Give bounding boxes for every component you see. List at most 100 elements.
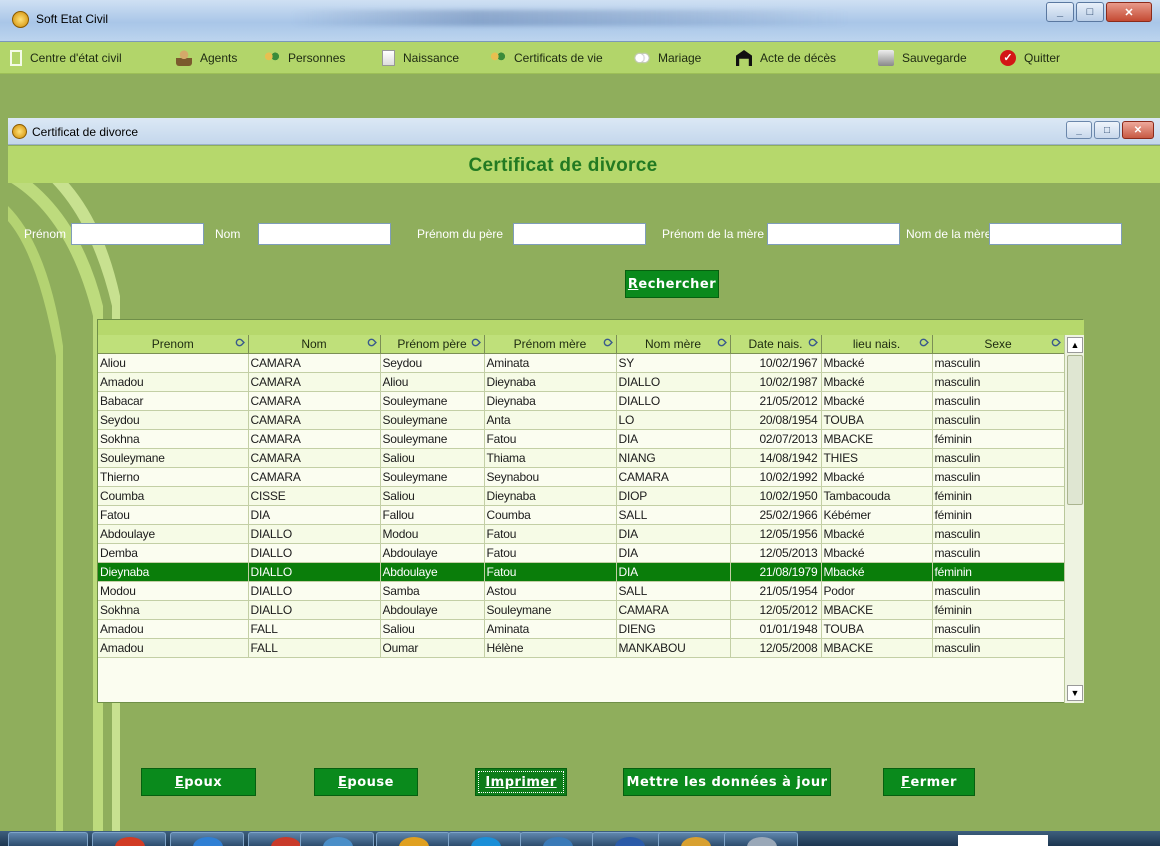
table-cell[interactable]: Abdoulaye	[380, 543, 485, 563]
table-row[interactable]: Abdoulaye DIALLO Modou Fatou DIA 12/05/1956 Mb…	[98, 524, 1065, 544]
column-header[interactable]: Prenom	[98, 335, 249, 354]
table-cell[interactable]: Thiama	[484, 448, 617, 468]
table-row[interactable]: Coumba CISSE Saliou Dieynaba DIOP 10/02/1950 T…	[98, 486, 1065, 506]
table-cell[interactable]: féminin	[932, 429, 1065, 449]
table-row[interactable]: Sokhna CAMARA Souleymane Fatou DIA 02/07/2013…	[98, 429, 1065, 449]
table-cell[interactable]: 14/08/1942	[730, 448, 822, 468]
menu-certificats-de-vie[interactable]: Certificats de vie	[490, 50, 603, 66]
table-cell[interactable]: CAMARA	[248, 353, 381, 373]
taskbar-item[interactable]	[448, 832, 522, 846]
prenom-pere-input[interactable]	[513, 223, 646, 245]
taskbar-item[interactable]	[658, 832, 732, 846]
table-cell[interactable]: Saliou	[380, 486, 485, 506]
table-cell[interactable]: DIA	[616, 543, 731, 563]
column-header[interactable]: Date nais.	[730, 335, 822, 354]
taskbar-item[interactable]	[724, 832, 798, 846]
table-cell[interactable]: Fatou	[484, 524, 617, 544]
table-cell[interactable]: Dieynaba	[484, 391, 617, 411]
table-cell[interactable]: DIALLO	[248, 543, 381, 563]
table-cell[interactable]: masculin	[932, 467, 1065, 487]
table-cell[interactable]: féminin	[932, 505, 1065, 525]
child-maximize-button[interactable]: □	[1094, 121, 1120, 139]
taskbar-search-box[interactable]	[958, 835, 1048, 846]
table-cell[interactable]: Fatou	[98, 505, 249, 525]
table-cell[interactable]: Aliou	[98, 353, 249, 373]
table-cell[interactable]: masculin	[932, 353, 1065, 373]
table-cell[interactable]: DIALLO	[248, 562, 381, 582]
table-cell[interactable]: Souleymane	[380, 391, 485, 411]
table-cell[interactable]: Anta	[484, 410, 617, 430]
table-cell[interactable]: Mbacké	[821, 543, 933, 563]
table-cell[interactable]: DIA	[616, 524, 731, 544]
table-cell[interactable]: CAMARA	[248, 410, 381, 430]
table-cell[interactable]: Amadou	[98, 372, 249, 392]
table-cell[interactable]: Kébémer	[821, 505, 933, 525]
menu-agents[interactable]: Agents	[176, 50, 237, 66]
taskbar-item[interactable]	[92, 832, 166, 846]
table-cell[interactable]: CAMARA	[616, 467, 731, 487]
menu-mariage[interactable]: Mariage	[634, 50, 701, 66]
search-icon[interactable]	[1049, 337, 1061, 348]
table-cell[interactable]: féminin	[932, 486, 1065, 506]
table-row[interactable]: Dieynaba DIALLO Abdoulaye Fatou DIA 21/08/197…	[98, 562, 1065, 582]
table-cell[interactable]: 10/02/1987	[730, 372, 822, 392]
table-cell[interactable]: 20/08/1954	[730, 410, 822, 430]
taskbar-item[interactable]	[376, 832, 450, 846]
table-cell[interactable]: MBACKE	[821, 429, 933, 449]
table-cell[interactable]: DIA	[616, 429, 731, 449]
table-cell[interactable]: 25/02/1966	[730, 505, 822, 525]
table-cell[interactable]: DIA	[616, 562, 731, 582]
table-cell[interactable]: Amadou	[98, 638, 249, 658]
child-close-button[interactable]: ✕	[1122, 121, 1154, 139]
table-row[interactable]: Thierno CAMARA Souleymane Seynabou CAMARA 10/…	[98, 467, 1065, 487]
maximize-button[interactable]: □	[1076, 2, 1104, 22]
table-cell[interactable]: DIOP	[616, 486, 731, 506]
prenom-input[interactable]	[71, 223, 204, 245]
table-cell[interactable]: Hélène	[484, 638, 617, 658]
table-cell[interactable]: LO	[616, 410, 731, 430]
table-row[interactable]: Babacar CAMARA Souleymane Dieynaba DIALLO 21/…	[98, 391, 1065, 411]
table-cell[interactable]: Souleymane	[380, 467, 485, 487]
table-row[interactable]: Sokhna DIALLO Abdoulaye Souleymane CAMARA 12/…	[98, 600, 1065, 620]
table-cell[interactable]: CAMARA	[248, 429, 381, 449]
close-form-button[interactable]: Fermer	[883, 768, 975, 796]
table-cell[interactable]: 02/07/2013	[730, 429, 822, 449]
table-cell[interactable]: Souleymane	[98, 448, 249, 468]
table-cell[interactable]: Abdoulaye	[380, 562, 485, 582]
table-cell[interactable]: Souleymane	[380, 429, 485, 449]
grid-scrollbar[interactable]: ▲ ▼	[1064, 335, 1084, 703]
table-cell[interactable]: masculin	[932, 543, 1065, 563]
menu-acte-de-deces[interactable]: Acte de décès	[736, 50, 836, 66]
table-cell[interactable]: SALL	[616, 581, 731, 601]
column-header[interactable]: lieu nais.	[821, 335, 933, 354]
table-cell[interactable]: MANKABOU	[616, 638, 731, 658]
table-cell[interactable]: Fatou	[484, 429, 617, 449]
search-icon[interactable]	[233, 337, 245, 348]
menu-naissance[interactable]: Naissance	[382, 50, 459, 66]
table-cell[interactable]: 12/05/2008	[730, 638, 822, 658]
table-cell[interactable]: 10/02/1950	[730, 486, 822, 506]
table-row[interactable]: Demba DIALLO Abdoulaye Fatou DIA 12/05/2013 Mb…	[98, 543, 1065, 563]
table-cell[interactable]: Sokhna	[98, 600, 249, 620]
table-cell[interactable]: masculin	[932, 524, 1065, 544]
table-cell[interactable]: masculin	[932, 448, 1065, 468]
table-cell[interactable]: 12/05/2012	[730, 600, 822, 620]
table-row[interactable]: Modou DIALLO Samba Astou SALL 21/05/1954 Podor…	[98, 581, 1065, 601]
menu-quitter[interactable]: ✓ Quitter	[1000, 50, 1060, 66]
menu-sauvegarde[interactable]: Sauvegarde	[878, 50, 967, 66]
epouse-button[interactable]: Epouse	[314, 768, 418, 796]
table-cell[interactable]: 01/01/1948	[730, 619, 822, 639]
table-cell[interactable]: Aliou	[380, 372, 485, 392]
table-cell[interactable]: DIALLO	[248, 581, 381, 601]
table-cell[interactable]: Mbacké	[821, 524, 933, 544]
table-cell[interactable]: CAMARA	[248, 391, 381, 411]
column-header[interactable]: Sexe	[932, 335, 1065, 354]
column-header[interactable]: Prénom mère	[484, 335, 617, 354]
menu-centre-etat-civil[interactable]: Centre d'état civil	[10, 50, 122, 66]
taskbar-item[interactable]	[170, 832, 244, 846]
table-cell[interactable]: Demba	[98, 543, 249, 563]
table-cell[interactable]: Fatou	[484, 543, 617, 563]
table-cell[interactable]: 21/05/1954	[730, 581, 822, 601]
table-cell[interactable]: DIENG	[616, 619, 731, 639]
table-cell[interactable]: Mbacké	[821, 467, 933, 487]
